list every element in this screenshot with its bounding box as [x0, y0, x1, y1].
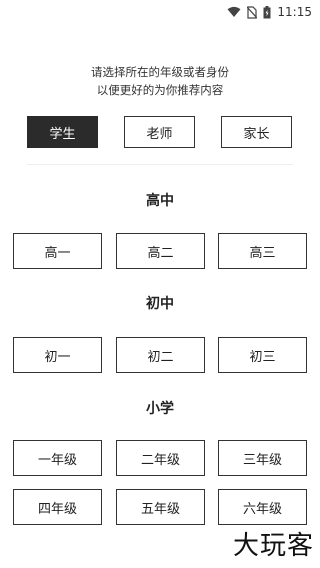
grade-button-grade3[interactable]: 三年级 — [218, 440, 307, 476]
grade-button-grade4[interactable]: 四年级 — [13, 489, 102, 525]
section-title-high-school: 高中 — [146, 193, 174, 209]
prompt-line-2: 以便更好的为你推荐内容 — [96, 83, 224, 97]
watermark-logo: 大玩客 — [232, 531, 314, 561]
grade-button-chu3[interactable]: 初三 — [218, 337, 307, 373]
grade-button-chu2[interactable]: 初二 — [116, 337, 205, 373]
prompt-line-1: 请选择所在的年级或者身份 — [91, 65, 229, 79]
role-selector: 学生 老师 家长 — [0, 116, 320, 148]
role-button-parent[interactable]: 家长 — [221, 116, 292, 148]
grade-button-gao3[interactable]: 高三 — [218, 233, 307, 269]
grade-button-gao2[interactable]: 高二 — [116, 233, 205, 269]
role-button-student[interactable]: 学生 — [27, 116, 98, 148]
grade-button-grade1[interactable]: 一年级 — [13, 440, 102, 476]
grade-button-grade5[interactable]: 五年级 — [116, 489, 205, 525]
divider — [27, 164, 293, 165]
wifi-icon — [227, 6, 241, 18]
section-title-primary-school: 小学 — [146, 401, 174, 417]
role-button-teacher[interactable]: 老师 — [124, 116, 195, 148]
grade-button-chu1[interactable]: 初一 — [13, 337, 102, 373]
grade-button-grade2[interactable]: 二年级 — [116, 440, 205, 476]
status-time: 11:15 — [277, 5, 312, 19]
battery-icon — [263, 5, 271, 19]
no-sim-icon — [247, 5, 258, 19]
prompt-text: 请选择所在的年级或者身份 以便更好的为你推荐内容 — [0, 63, 320, 99]
status-bar: 11:15 — [0, 0, 320, 24]
grade-button-grade6[interactable]: 六年级 — [218, 489, 307, 525]
section-title-middle-school: 初中 — [146, 296, 174, 312]
grade-button-gao1[interactable]: 高一 — [13, 233, 102, 269]
